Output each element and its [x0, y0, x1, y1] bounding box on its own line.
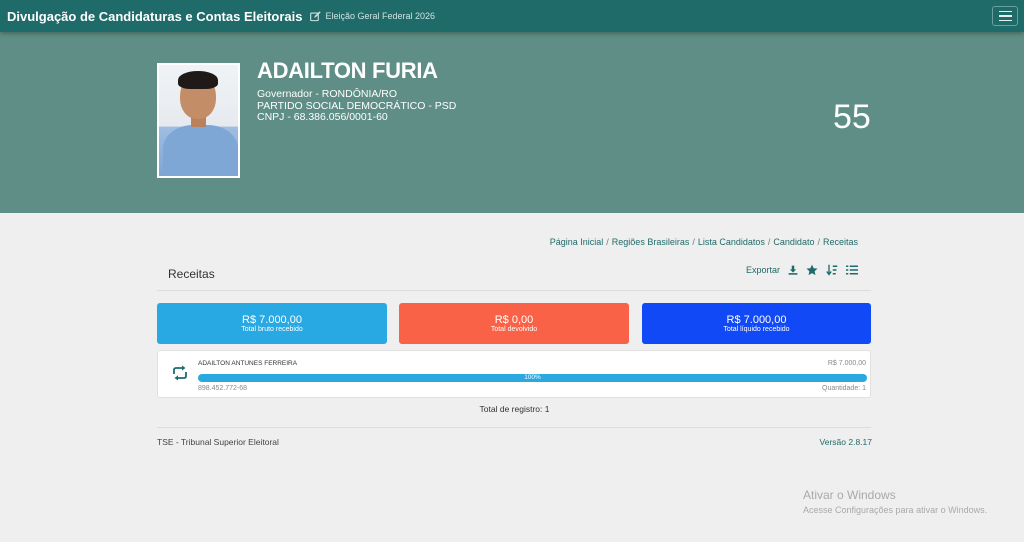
- breadcrumb-home[interactable]: Página Inicial: [550, 237, 604, 247]
- star-icon[interactable]: [806, 264, 818, 276]
- list-item[interactable]: ADAILTON ANTUNES FERREIRA R$ 7.000,00 10…: [157, 350, 871, 398]
- receipt-quantity: Quantidade: 1: [822, 385, 866, 392]
- footer-org: TSE - Tribunal Superior Eleitoral: [157, 437, 279, 447]
- summary-card-returned: R$ 0,00 Total devolvido: [399, 303, 629, 344]
- summary-label: Total líquido recebido: [723, 326, 790, 333]
- breadcrumb: Página Inicial / Regiões Brasileiras / Lista…: [549, 237, 858, 247]
- edit-icon: [310, 10, 322, 21]
- summary-value: R$ 7.000,00: [726, 314, 787, 326]
- candidate-cnpj: CNPJ - 68.386.056/0001-60: [257, 111, 388, 123]
- total-records: Total de registro: 1: [479, 404, 550, 414]
- footer-version: Versão 2.8.17: [819, 437, 872, 447]
- watermark-title: Ativar o Windows: [803, 488, 896, 502]
- page-title: Receitas: [168, 267, 215, 281]
- progress-bar: 100%: [198, 374, 867, 382]
- candidate-info: Governador - RONDÔNIA/RO PARTIDO SOCIAL …: [257, 88, 456, 124]
- toolbar: Exportar: [746, 264, 858, 276]
- windows-activation-watermark: Ativar o Windows Acesse Configurações pa…: [803, 488, 987, 515]
- breadcrumb-candidate[interactable]: Candidato: [773, 237, 814, 247]
- divider: [157, 427, 871, 428]
- summary-value: R$ 7.000,00: [242, 314, 302, 326]
- summary-label: Total devolvido: [490, 326, 538, 333]
- receipt-amount: R$ 7.000,00: [827, 360, 866, 367]
- sort-icon[interactable]: [826, 264, 838, 276]
- list-icon[interactable]: [846, 264, 858, 276]
- summary-card-net: R$ 7.000,00 Total líquido recebido: [642, 303, 871, 344]
- candidate-number: 55: [833, 98, 871, 136]
- download-icon[interactable]: [788, 265, 798, 275]
- hamburger-icon: [998, 10, 1012, 13]
- app-title[interactable]: Divulgação de Candidaturas e Contas Elei…: [7, 9, 302, 24]
- watermark-subtitle: Acesse Configurações para ativar o Windo…: [803, 505, 988, 515]
- export-link[interactable]: Exportar: [746, 265, 780, 275]
- candidate-office: Governador - RONDÔNIA/RO: [257, 88, 398, 100]
- candidate-name: ADAILTON FURIA: [257, 58, 438, 83]
- candidate-photo: [157, 63, 240, 178]
- election-label: Eleição Geral Federal 2026: [325, 11, 436, 21]
- candidate-header: ADAILTON FURIA Governador - RONDÔNIA/RO …: [0, 32, 1024, 213]
- summary-label: Total bruto recebido: [241, 326, 303, 333]
- summary-value: R$ 0,00: [494, 314, 534, 326]
- donor-document: 898.452.772-68: [198, 385, 248, 392]
- transfer-icon: [173, 365, 187, 381]
- donor-name: ADAILTON ANTUNES FERREIRA: [198, 360, 298, 367]
- breadcrumb-regions[interactable]: Regiões Brasileiras: [612, 237, 690, 247]
- summary-card-gross: R$ 7.000,00 Total bruto recebido: [157, 303, 387, 344]
- breadcrumb-candidate-list[interactable]: Lista Candidatos: [698, 237, 765, 247]
- menu-toggle-button[interactable]: [992, 6, 1018, 26]
- divider: [157, 290, 871, 291]
- election-selector[interactable]: Eleição Geral Federal 2026: [310, 10, 436, 22]
- top-navbar: Divulgação de Candidaturas e Contas Elei…: [0, 0, 1024, 32]
- breadcrumb-current: Receitas: [822, 237, 858, 247]
